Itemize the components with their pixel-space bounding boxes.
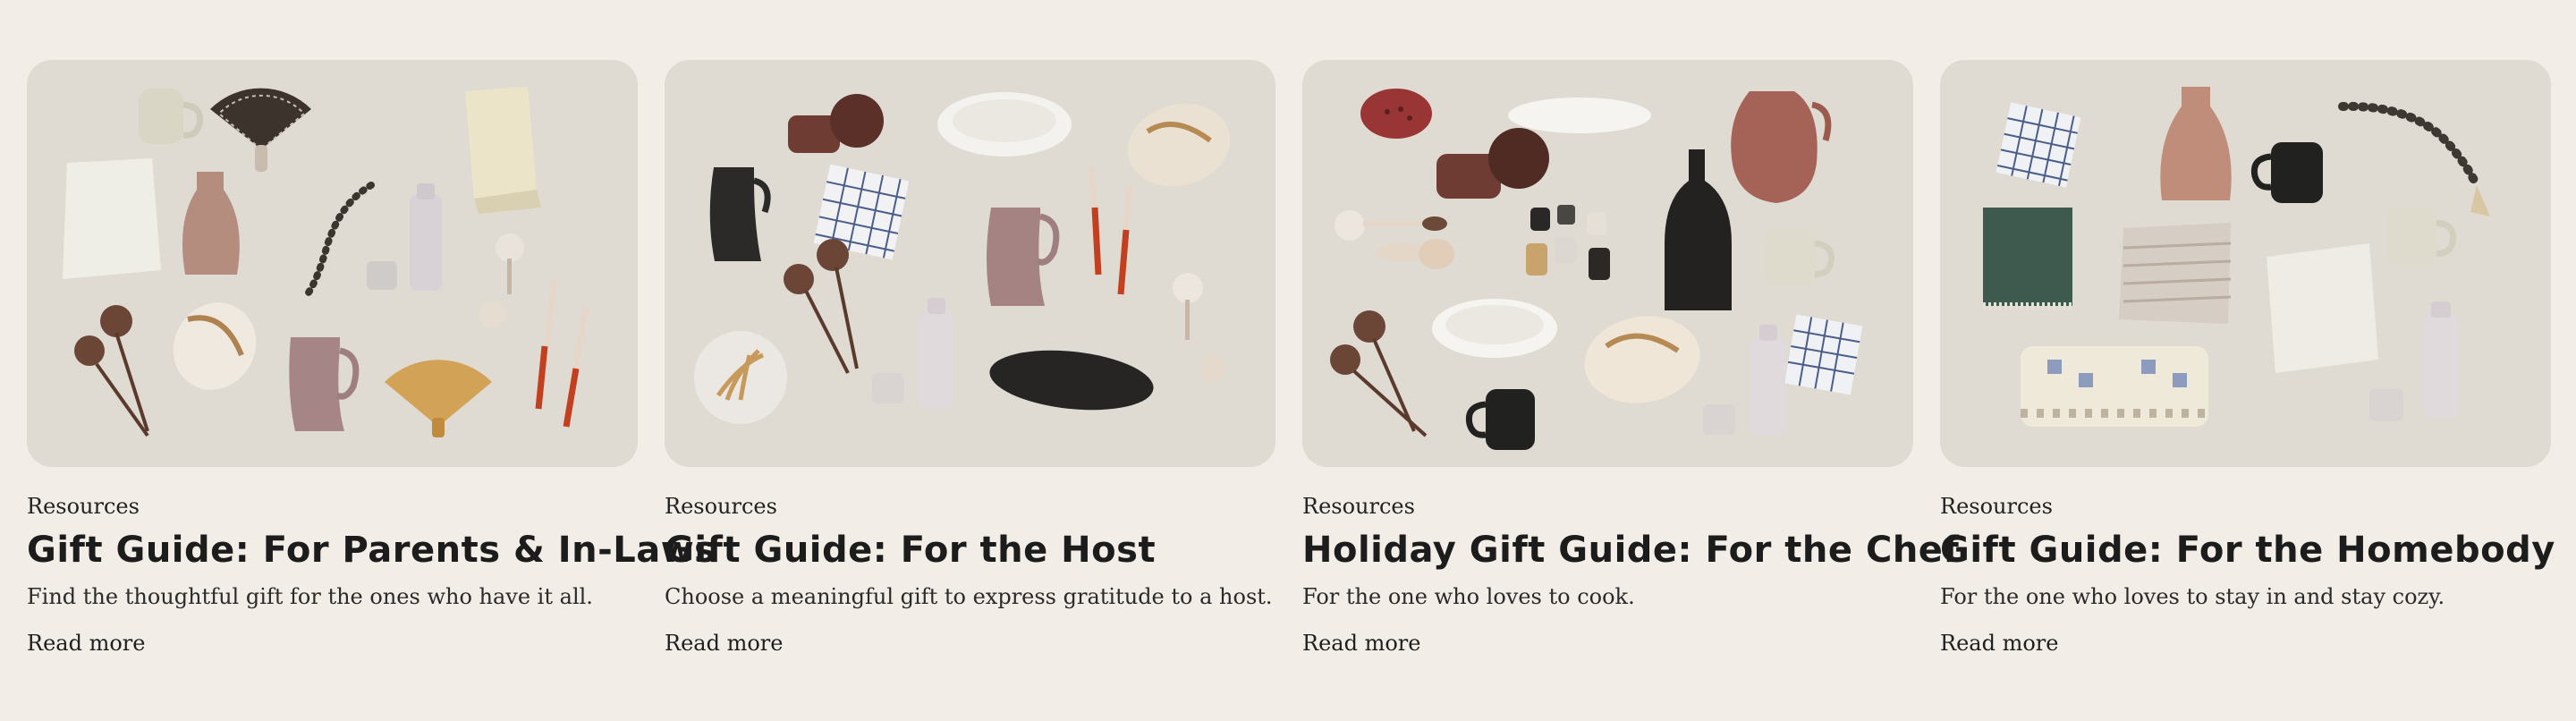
- article-category: Resources: [27, 494, 140, 519]
- article-thumbnail[interactable]: [27, 60, 638, 467]
- article-title[interactable]: Gift Guide: For the Host: [665, 530, 1275, 571]
- article-description: Choose a meaningful gift to express grat…: [665, 584, 1273, 609]
- article-title[interactable]: Holiday Gift Guide: For the Chef: [1302, 530, 1959, 571]
- article-category: Resources: [665, 494, 777, 519]
- article-card-chef: Resources Holiday Gift Guide: For the Ch…: [1302, 60, 1959, 657]
- product-collage-image: [63, 87, 589, 437]
- product-collage-image: [694, 92, 1231, 424]
- article-category: Resources: [1940, 494, 2053, 519]
- article-thumbnail[interactable]: [665, 60, 1275, 467]
- product-collage-image: [1330, 89, 1863, 450]
- article-title[interactable]: Gift Guide: For the Homebody: [1940, 530, 2555, 571]
- article-title[interactable]: Gift Guide: For Parents & In-Laws: [27, 530, 716, 571]
- article-card-parents: Resources Gift Guide: For Parents & In-L…: [27, 60, 716, 657]
- read-more-link[interactable]: Read more: [27, 630, 145, 657]
- read-more-link[interactable]: Read more: [665, 630, 783, 657]
- article-description: Find the thoughtful gift for the ones wh…: [27, 584, 593, 609]
- article-description: For the one who loves to stay in and sta…: [1940, 584, 2445, 609]
- article-description: For the one who loves to cook.: [1302, 584, 1635, 609]
- article-thumbnail[interactable]: [1940, 60, 2551, 467]
- article-card-homebody: Resources Gift Guide: For the Homebody F…: [1940, 60, 2555, 657]
- product-collage-image: [1983, 87, 2490, 427]
- read-more-link[interactable]: Read more: [1302, 630, 1420, 657]
- article-card-host: Resources Gift Guide: For the Host Choos…: [665, 60, 1275, 657]
- gift-guide-grid: Resources Gift Guide: For Parents & In-L…: [27, 60, 2555, 657]
- article-category: Resources: [1302, 494, 1415, 519]
- article-thumbnail[interactable]: [1302, 60, 1913, 467]
- read-more-link[interactable]: Read more: [1940, 630, 2058, 657]
